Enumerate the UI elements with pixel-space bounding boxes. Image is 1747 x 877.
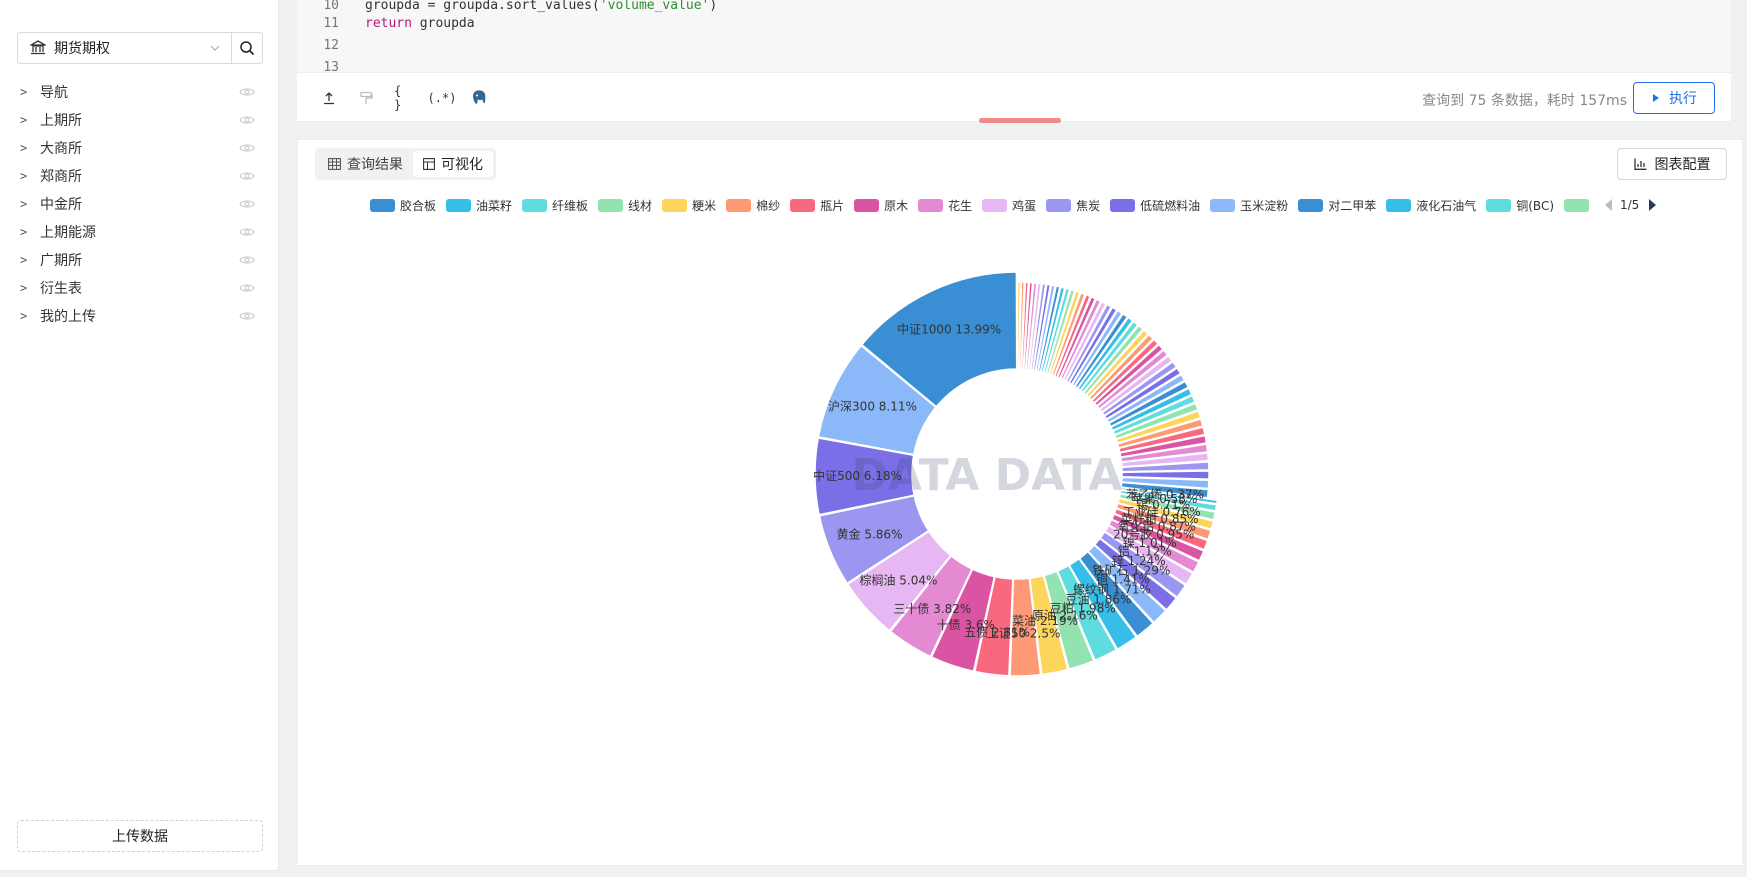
play-icon: [1653, 94, 1659, 102]
tree-item[interactable]: > 中金所: [17, 190, 263, 218]
code-keyword: return: [365, 16, 412, 31]
code-text: groupda: [411, 16, 475, 31]
data-tree: > 导航 > 上期所 > 大商所 > 郑商所 > 中金所 > 上期能源 > 广期所 > 衍生表 > 我的上传: [17, 78, 263, 330]
code-text: groupda = groupda.sort_values(: [365, 0, 600, 13]
chevron-right-icon[interactable]: >: [20, 225, 34, 239]
slice-label: 沪深300 8.11%: [828, 399, 917, 413]
tree-item[interactable]: > 郑商所: [17, 162, 263, 190]
editor-toolbar: { } (.*) 查询到 75 条数据，耗时 157ms 执行: [297, 72, 1731, 122]
chevron-right-icon[interactable]: >: [20, 113, 34, 127]
tree-item-label: 郑商所: [40, 169, 82, 185]
tree-item[interactable]: > 上期所: [17, 106, 263, 134]
line-number: 11: [323, 16, 339, 31]
line-number: 13: [323, 60, 339, 72]
line-number: 12: [323, 38, 339, 53]
tree-item-label: 大商所: [40, 141, 82, 157]
upload-data-button[interactable]: 上传数据: [17, 820, 263, 852]
code-string: 'volume_value': [599, 0, 710, 13]
chevron-right-icon[interactable]: >: [20, 141, 34, 155]
chevron-right-icon[interactable]: >: [20, 281, 34, 295]
bank-icon: [30, 40, 46, 55]
tree-item-label: 上期所: [40, 113, 82, 129]
eye-icon[interactable]: [239, 168, 255, 184]
slice-label: 棕榈油 5.04%: [859, 573, 937, 588]
slice-label: 中证500 6.18%: [813, 468, 902, 483]
tree-item-label: 上期能源: [40, 225, 96, 241]
slice-label: 上证50 2.5%: [987, 626, 1061, 640]
eye-icon[interactable]: [239, 252, 255, 268]
eye-icon[interactable]: [239, 196, 255, 212]
tree-item-label: 中金所: [40, 197, 82, 213]
result-panel: 查询结果 可视化 图表配置 胶合板 油菜籽 纤维板 线材 粳米 棉纱 瓶片 原木 花生 鸡蛋 焦炭低…: [297, 139, 1743, 866]
donut-chart: DATA DATA中证1000 13.99%沪深300 8.11%中证500 6…: [813, 271, 1219, 677]
run-button[interactable]: 执行: [1633, 82, 1715, 114]
chevron-right-icon[interactable]: >: [20, 85, 34, 99]
tree-item[interactable]: > 广期所: [17, 246, 263, 274]
slice-label: 苯乙烯 0.37%: [1126, 488, 1204, 502]
eye-icon[interactable]: [239, 308, 255, 324]
eye-icon[interactable]: [239, 140, 255, 156]
eye-icon[interactable]: [239, 280, 255, 296]
chevron-right-icon[interactable]: >: [20, 197, 34, 211]
tree-item[interactable]: > 衍生表: [17, 274, 263, 302]
code-line: 13: [297, 58, 365, 72]
eye-icon[interactable]: [239, 224, 255, 240]
format-painter-icon[interactable]: [356, 88, 376, 108]
upload-icon[interactable]: [319, 88, 339, 108]
tree-item[interactable]: > 大商所: [17, 134, 263, 162]
tree-item[interactable]: > 上期能源: [17, 218, 263, 246]
code-line: 11 return groupda: [297, 14, 475, 34]
resize-handle[interactable]: [979, 118, 1061, 123]
chevron-right-icon[interactable]: >: [20, 309, 34, 323]
tree-item-label: 广期所: [40, 253, 82, 269]
tree-item-label: 衍生表: [40, 281, 82, 297]
eye-icon[interactable]: [239, 112, 255, 128]
tree-item-label: 我的上传: [40, 309, 96, 325]
tree-item-label: 导航: [40, 85, 68, 101]
tree-item[interactable]: > 我的上传: [17, 302, 263, 330]
search-icon: [240, 41, 255, 56]
postgresql-icon[interactable]: [469, 88, 489, 108]
regex-icon[interactable]: (.*): [428, 88, 457, 108]
slice-label: 三十债 3.82%: [893, 602, 971, 616]
chevron-down-icon: [210, 45, 220, 51]
query-status: 查询到 75 条数据，耗时 157ms: [1422, 93, 1627, 109]
code-line: 12: [297, 36, 365, 56]
data-source-select[interactable]: 期货期权: [17, 32, 232, 64]
search-button[interactable]: [231, 32, 263, 64]
code-text: ): [709, 0, 718, 13]
eye-icon[interactable]: [239, 84, 255, 100]
code-editor[interactable]: 10 groupda = groupda.sort_values('volume_…: [297, 0, 1731, 72]
run-label: 执行: [1669, 91, 1697, 107]
sidebar: 期货期权 > 导航 > 上期所 > 大商所 > 郑商所 > 中金所 > 上期能源 > 广期所 > 衍生表 > 我的…: [0, 0, 279, 871]
chevron-right-icon[interactable]: >: [20, 169, 34, 183]
slice-label: 中证1000 13.99%: [897, 322, 1001, 337]
tree-item[interactable]: > 导航: [17, 78, 263, 106]
slice-label: 黄金 5.86%: [837, 527, 903, 542]
data-source-label: 期货期权: [54, 41, 110, 57]
braces-icon[interactable]: { }: [394, 84, 414, 112]
chevron-right-icon[interactable]: >: [20, 253, 34, 267]
